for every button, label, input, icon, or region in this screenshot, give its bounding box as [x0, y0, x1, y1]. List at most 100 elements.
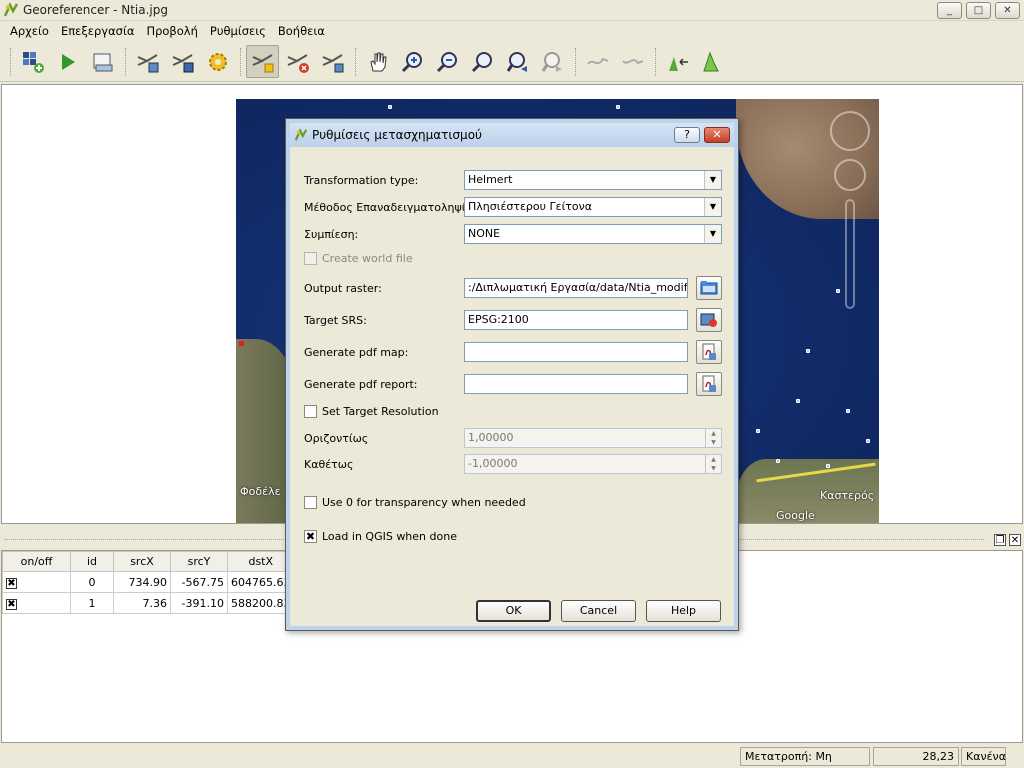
output-raster-field[interactable]: :/Διπλωματική Εργασία/data/Ntia_modified…	[464, 278, 688, 298]
col-header-onoff[interactable]: on/off	[2, 551, 71, 572]
window-title: Georeferencer - Ntia.jpg	[23, 3, 168, 17]
spin-up-icon[interactable]: ▲	[706, 429, 721, 438]
add-point-button[interactable]	[246, 45, 279, 78]
close-button[interactable]: ✕	[995, 1, 1020, 19]
row-srcx-cell[interactable]: 7.36	[113, 592, 171, 614]
toolbar-separator	[355, 47, 357, 76]
pdf-map-browse-button[interactable]	[696, 340, 722, 364]
minimize-button[interactable]: _	[937, 1, 962, 19]
dock-float-button[interactable]: ❐	[994, 534, 1006, 546]
load-in-qgis-label: Load in QGIS when done	[322, 530, 457, 543]
full-histogram-stretch-icon	[668, 56, 688, 71]
cancel-button[interactable]: Cancel	[561, 600, 636, 622]
toolbar-separator	[655, 47, 657, 76]
row-srcx-cell[interactable]: 734.90	[113, 571, 171, 593]
col-header-id[interactable]: id	[70, 551, 114, 572]
map-marker	[846, 409, 850, 413]
pdf-report-browse-button[interactable]	[696, 372, 722, 396]
status-crs[interactable]: Κανένα	[961, 747, 1006, 766]
start-georeferencing-icon	[61, 53, 75, 70]
pdf-map-field[interactable]	[464, 342, 688, 362]
pan-ring	[834, 159, 866, 191]
zoom-out-button[interactable]	[431, 45, 464, 78]
move-gcp-icon	[322, 53, 343, 72]
spin-arrows[interactable]: ▲ ▼	[705, 429, 721, 447]
maximize-button[interactable]: □	[966, 1, 991, 19]
create-world-file-checkbox[interactable]: Create world file	[304, 252, 413, 265]
local-histogram-stretch-button[interactable]	[696, 45, 729, 78]
checkbox-box[interactable]	[304, 252, 317, 265]
menu-view[interactable]: Προβολή	[140, 21, 203, 42]
zoom-in-button[interactable]	[396, 45, 429, 78]
pan-button[interactable]	[361, 45, 394, 78]
col-header-srcy[interactable]: srcY	[170, 551, 228, 572]
spin-arrows[interactable]: ▲ ▼	[705, 455, 721, 473]
col-header-srcx[interactable]: srcX	[113, 551, 171, 572]
zoom-next-button[interactable]	[536, 45, 569, 78]
save-gcp-button[interactable]	[166, 45, 199, 78]
link-georef-to-qgis-button[interactable]	[581, 45, 614, 78]
use-zero-transparency-checkbox[interactable]: Use 0 for transparency when needed	[304, 496, 526, 509]
menu-help[interactable]: Βοήθεια	[272, 21, 331, 42]
table-header-row: on/off id srcX srcY dstX	[2, 551, 295, 572]
full-histogram-stretch-button[interactable]	[661, 45, 694, 78]
ok-button[interactable]: OK	[476, 600, 551, 622]
map-label-fodele: Φοδέλε	[240, 485, 281, 498]
gcp-marker[interactable]	[239, 341, 244, 346]
target-srs-field[interactable]: EPSG:2100	[464, 310, 688, 330]
row-srcy-cell[interactable]: -567.75	[170, 571, 228, 593]
move-gcp-button[interactable]	[316, 45, 349, 78]
zoom-to-layer-button[interactable]	[466, 45, 499, 78]
table-row[interactable]: ✖ 0 734.90 -567.75 604765.63	[2, 571, 295, 593]
open-raster-button[interactable]	[16, 45, 49, 78]
set-target-resolution-checkbox[interactable]: Set Target Resolution	[304, 405, 439, 418]
resampling-select[interactable]: Πλησιέστερου Γείτονα ▼	[464, 197, 722, 217]
spin-down-icon[interactable]: ▼	[706, 464, 721, 473]
transformation-type-select[interactable]: Helmert ▼	[464, 170, 722, 190]
pdf-report-field[interactable]	[464, 374, 688, 394]
chevron-down-icon[interactable]: ▼	[704, 171, 721, 189]
transformation-type-label: Transformation type:	[304, 174, 419, 187]
vertical-resolution-spinbox[interactable]: -1,00000 ▲ ▼	[464, 454, 722, 474]
row-id-cell: 0	[70, 571, 114, 593]
zoom-last-button[interactable]	[501, 45, 534, 78]
pdf-report-label: Generate pdf report:	[304, 378, 418, 391]
menu-edit[interactable]: Επεξεργασία	[55, 21, 140, 42]
checkbox-box[interactable]	[304, 496, 317, 509]
spin-up-icon[interactable]: ▲	[706, 455, 721, 464]
compression-select[interactable]: NONE ▼	[464, 224, 722, 244]
table-row[interactable]: ✖ 1 7.36 -391.10 588200.83	[2, 592, 295, 614]
horizontal-resolution-spinbox[interactable]: 1,00000 ▲ ▼	[464, 428, 722, 448]
generate-gdal-script-button[interactable]	[86, 45, 119, 78]
load-in-qgis-checkbox[interactable]: ✖ Load in QGIS when done	[304, 530, 457, 543]
row-srcy-cell[interactable]: -391.10	[170, 592, 228, 614]
row-enabled-cell[interactable]: ✖	[2, 592, 71, 614]
map-marker	[388, 105, 392, 109]
spin-down-icon[interactable]: ▼	[706, 438, 721, 447]
load-gcp-button[interactable]	[131, 45, 164, 78]
map-label-kasteros: Καστερός	[820, 489, 875, 502]
link-qgis-to-georef-button[interactable]	[616, 45, 649, 78]
zoom-out-icon	[436, 51, 457, 72]
enabled-checkbox[interactable]: ✖	[6, 577, 17, 589]
dialog-close-button[interactable]: ✕	[704, 127, 730, 143]
dialog-titlebar[interactable]: Ρυθμίσεις μετασχηματισμού ? ✕	[290, 123, 734, 147]
checkbox-box-checked[interactable]: ✖	[304, 530, 317, 543]
map-marker	[836, 289, 840, 293]
row-enabled-cell[interactable]: ✖	[2, 571, 71, 593]
delete-point-button[interactable]	[281, 45, 314, 78]
horizontal-resolution-value: 1,00000	[468, 431, 514, 444]
dialog-help-button[interactable]: ?	[674, 127, 700, 143]
checkbox-box[interactable]	[304, 405, 317, 418]
transformation-settings-button[interactable]	[201, 45, 234, 78]
menu-settings[interactable]: Ρυθμίσεις	[204, 21, 272, 42]
dock-close-button[interactable]: ✕	[1009, 534, 1021, 546]
chevron-down-icon[interactable]: ▼	[704, 198, 721, 216]
chevron-down-icon[interactable]: ▼	[704, 225, 721, 243]
start-georeferencing-button[interactable]	[51, 45, 84, 78]
output-raster-browse-button[interactable]	[696, 276, 722, 300]
help-button[interactable]: Help	[646, 600, 721, 622]
enabled-checkbox[interactable]: ✖	[6, 598, 17, 610]
menu-file[interactable]: Αρχείο	[4, 21, 55, 42]
target-srs-select-button[interactable]	[696, 308, 722, 332]
